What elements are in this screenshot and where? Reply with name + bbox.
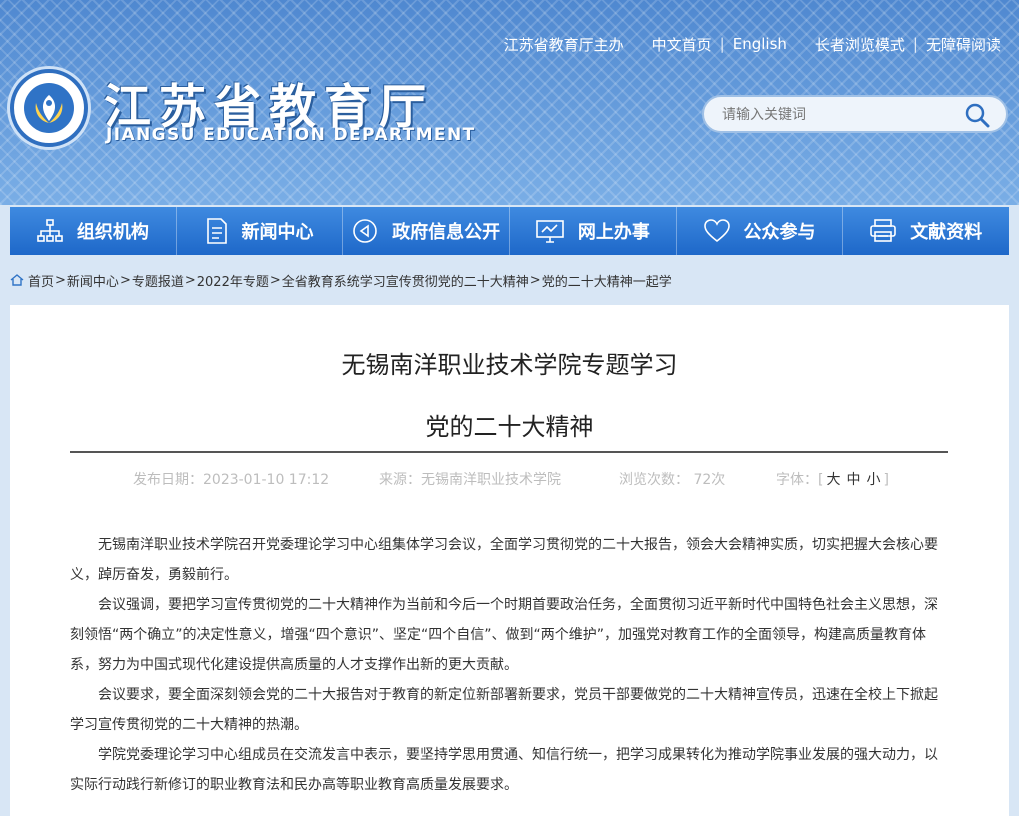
top-link-accessibility[interactable]: 无障碍阅读 bbox=[926, 34, 1001, 55]
home-icon bbox=[10, 274, 24, 286]
nav-item-news[interactable]: 新闻中心 bbox=[177, 207, 344, 255]
breadcrumb-topic[interactable]: 全省教育系统学习宣传贯彻党的二十大精神 bbox=[282, 271, 529, 290]
search-input[interactable] bbox=[722, 105, 952, 125]
article-title-line2: 党的二十大精神 bbox=[425, 413, 594, 441]
site-subtitle: JIANGSU EDUCATION DEPARTMENT bbox=[106, 125, 476, 145]
breadcrumb-current[interactable]: 党的二十大精神一起学 bbox=[542, 271, 672, 290]
search-icon[interactable] bbox=[964, 102, 990, 128]
font-large-button[interactable]: 大 bbox=[826, 472, 840, 488]
nav-item-label: 文献资料 bbox=[910, 222, 983, 243]
article-paragraph: 无锡南洋职业技术学院召开党委理论学习中心组集体学习会议，全面学习贯彻党的二十大报… bbox=[70, 537, 938, 583]
view-count: 浏览次数： 72次 bbox=[619, 472, 726, 488]
search-box bbox=[702, 95, 1008, 133]
top-link-home[interactable]: 中文首页 bbox=[652, 34, 712, 55]
main-nav: 组织机构 新闻中心 政府信息公开 网上办事 公众参与 文献资料 bbox=[10, 207, 1009, 255]
breadcrumb-2022-topic[interactable]: 2022年专题 bbox=[197, 271, 269, 290]
title-divider bbox=[70, 451, 948, 453]
document-icon bbox=[206, 218, 227, 244]
article-source: 来源：无锡南洋职业技术学院 bbox=[379, 472, 561, 488]
link-divider: | bbox=[719, 35, 725, 53]
font-medium-button[interactable]: 中 bbox=[846, 472, 860, 488]
article-card: 无锡南洋职业技术学院专题学习 党的二十大精神 发布日期：2023-01-10 1… bbox=[10, 305, 1009, 816]
font-size-control: 字体：[大中小] bbox=[776, 469, 889, 489]
top-link-host[interactable]: 江苏省教育厅主办 bbox=[504, 34, 624, 55]
nav-item-online-service[interactable]: 网上办事 bbox=[510, 207, 677, 255]
site-header: 江苏省教育厅主办 中文首页 | English 长者浏览模式 | 无障碍阅读 江… bbox=[0, 0, 1019, 205]
article-paragraph: 会议要求，要全面深刻领会党的二十大报告对于教育的新定位新部署新要求，党员干部要做… bbox=[70, 687, 938, 733]
heart-icon bbox=[703, 219, 730, 243]
printer-icon bbox=[870, 219, 896, 242]
publish-date: 发布日期：2023-01-10 17:12 bbox=[133, 472, 330, 488]
font-size-close: ] bbox=[883, 472, 889, 488]
monitor-icon bbox=[536, 220, 564, 243]
breadcrumb-home[interactable]: 首页 bbox=[28, 271, 54, 290]
org-chart-icon bbox=[37, 219, 63, 242]
nav-item-gov-info[interactable]: 政府信息公开 bbox=[343, 207, 511, 255]
font-size-label: 字体：[ bbox=[776, 472, 824, 488]
font-small-button[interactable]: 小 bbox=[866, 472, 880, 488]
top-link-english[interactable]: English bbox=[733, 35, 787, 53]
nav-item-documents[interactable]: 文献资料 bbox=[843, 207, 1009, 255]
circle-play-icon bbox=[353, 219, 377, 243]
top-links: 江苏省教育厅主办 中文首页 | English 长者浏览模式 | 无障碍阅读 bbox=[504, 34, 1001, 54]
top-link-elder-mode[interactable]: 长者浏览模式 bbox=[815, 34, 905, 55]
article-paragraph: 学院党委理论学习中心组成员在交流发言中表示，要坚持学思用贯通、知信行统一，把学习… bbox=[70, 747, 938, 793]
nav-item-label: 公众参与 bbox=[743, 222, 816, 243]
breadcrumb-special-report[interactable]: 专题报道 bbox=[132, 271, 184, 290]
nav-item-label: 组织机构 bbox=[76, 222, 149, 243]
article-title-line1: 无锡南洋职业技术学院专题学习 bbox=[341, 351, 678, 379]
article-body: 无锡南洋职业技术学院召开党委理论学习中心组集体学习会议，全面学习贯彻党的二十大报… bbox=[70, 530, 950, 800]
link-divider: | bbox=[912, 35, 918, 53]
nav-item-public-participation[interactable]: 公众参与 bbox=[677, 207, 844, 255]
logo-emblem-icon bbox=[24, 83, 74, 133]
nav-item-label: 网上办事 bbox=[577, 222, 650, 243]
breadcrumb-news[interactable]: 新闻中心 bbox=[67, 271, 119, 290]
article-paragraph: 会议强调，要把学习宣传贯彻党的二十大精神作为当前和今后一个时期首要政治任务，全面… bbox=[70, 597, 938, 673]
nav-item-organization[interactable]: 组织机构 bbox=[10, 207, 177, 255]
breadcrumb: 首页 > 新闻中心 > 专题报道 > 2022年专题 > 全省教育系统学习宣传贯彻党的二… bbox=[10, 270, 672, 290]
nav-item-label: 政府信息公开 bbox=[392, 222, 501, 243]
site-logo[interactable] bbox=[10, 69, 88, 147]
nav-item-label: 新闻中心 bbox=[241, 222, 314, 243]
